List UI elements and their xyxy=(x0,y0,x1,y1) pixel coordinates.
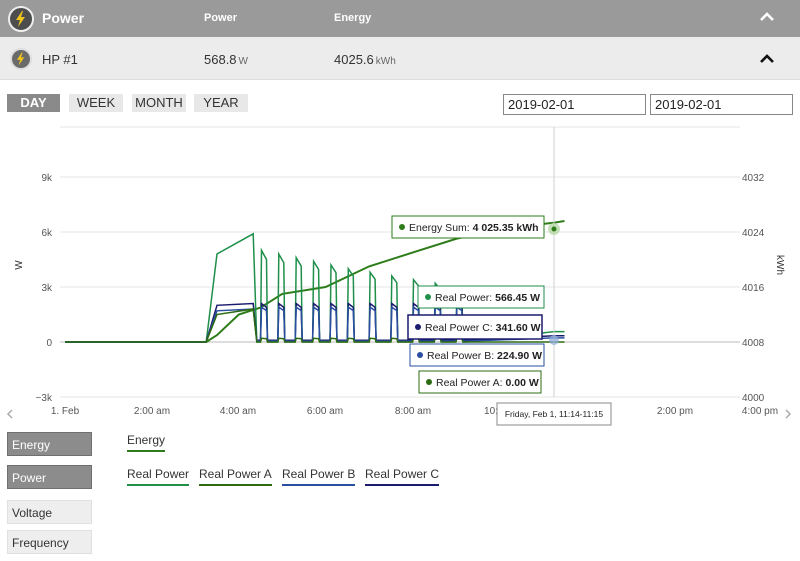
x-axis-ticks: 1. Feb 2:00 am 4:00 am 6:00 am 8:00 am 10: 2:0… xyxy=(51,406,778,417)
x-tick-label: 8:00 am xyxy=(395,406,431,417)
legend-real-power-a[interactable]: Real Power A xyxy=(199,467,272,486)
device-power: 568.8 W xyxy=(204,52,248,67)
right-tick-label: 4032 xyxy=(742,173,765,184)
tooltip-real-power-b: Real Power B: 224.90 W xyxy=(409,343,545,367)
svg-text:Real Power: 566.45 W: Real Power: 566.45 W xyxy=(435,292,540,304)
tooltip-real-power-a: Real Power A: 0.00 W xyxy=(418,370,542,394)
tab-month[interactable]: MONTH xyxy=(132,94,186,112)
tooltip-time: Friday, Feb 1, 11:14-11:15 xyxy=(496,402,612,426)
device-energy: 4025.6 kWh xyxy=(334,52,396,67)
toggle-voltage[interactable]: Voltage xyxy=(7,500,92,524)
panel-title: Power xyxy=(42,10,85,26)
chart-grid xyxy=(60,176,740,398)
left-axis-ticks: 9k 6k 3k 0 −3k xyxy=(36,173,53,404)
tooltip-real-power: Real Power: 566.45 W xyxy=(417,285,545,309)
x-tick-label: 4:00 pm xyxy=(742,406,778,417)
tooltip-real-power-c: Real Power C: 341.60 W xyxy=(407,314,543,340)
tab-week[interactable]: WEEK xyxy=(69,94,123,112)
energy-hover-dot xyxy=(551,226,557,232)
device-row[interactable]: HP #1 568.8 W 4025.6 kWh xyxy=(0,37,800,80)
left-tick-label: 0 xyxy=(46,338,52,349)
chart-svg[interactable]: 9k 6k 3k 0 −3k 4032 4024 4016 4008 4000 1. Feb 2:… xyxy=(0,122,800,427)
right-tick-label: 4000 xyxy=(742,393,765,404)
x-tick-label: 6:00 am xyxy=(307,406,343,417)
x-tick-label: 10: xyxy=(484,406,498,417)
column-header-power: Power xyxy=(204,12,238,24)
lightning-icon xyxy=(8,6,34,32)
left-tick-label: 3k xyxy=(41,283,53,294)
toggle-energy[interactable]: Energy xyxy=(7,432,92,456)
tab-day[interactable]: DAY xyxy=(7,94,60,112)
date-from-input[interactable] xyxy=(503,94,646,115)
scroll-right-icon[interactable] xyxy=(785,409,792,419)
chevron-up-icon[interactable] xyxy=(758,8,776,26)
x-tick-label: 2:00 am xyxy=(134,406,170,417)
svg-text:Real Power C: 341.60 W: Real Power C: 341.60 W xyxy=(425,322,541,334)
device-name: HP #1 xyxy=(42,52,78,67)
x-tick-label: 4:00 am xyxy=(220,406,256,417)
legend-real-power[interactable]: Real Power xyxy=(127,467,190,486)
chevron-up-icon[interactable] xyxy=(758,50,776,68)
x-tick-label: 2:00 pm xyxy=(657,406,693,417)
tab-year[interactable]: YEAR xyxy=(194,94,248,112)
right-tick-label: 4024 xyxy=(742,228,765,239)
column-header-energy: Energy xyxy=(334,12,372,24)
svg-text:Real Power B: 224.90 W: Real Power B: 224.90 W xyxy=(427,350,542,362)
lightning-icon xyxy=(10,48,32,70)
right-tick-label: 4016 xyxy=(742,283,765,294)
svg-text:Energy Sum: 4 025.35 k: Energy Sum: 4 025.35 kWh xyxy=(409,222,539,234)
panel-header[interactable]: Power Power Energy xyxy=(0,0,800,37)
right-axis-label: kWh xyxy=(774,255,785,275)
toggle-frequency[interactable]: Frequency xyxy=(7,530,92,554)
x-tick-label: 1. Feb xyxy=(51,406,80,417)
toggle-power[interactable]: Power xyxy=(7,465,92,489)
tooltip-energy-sum: Energy Sum: 4 025.35 kWh xyxy=(391,215,545,239)
svg-text:Real Power A: 0.00 W: Real Power A: 0.00 W xyxy=(436,377,539,389)
date-to-input[interactable] xyxy=(650,94,793,115)
right-axis-ticks: 4032 4024 4016 4008 4000 xyxy=(742,173,765,404)
left-tick-label: −3k xyxy=(36,393,53,404)
svg-text:Friday, Feb 1, 11:14-11:15: Friday, Feb 1, 11:14-11:15 xyxy=(505,409,604,419)
left-tick-label: 9k xyxy=(41,173,53,184)
legend-real-power-b[interactable]: Real Power B xyxy=(282,467,356,486)
power-energy-chart[interactable]: 9k 6k 3k 0 −3k 4032 4024 4016 4008 4000 1. Feb 2:… xyxy=(0,122,800,427)
left-axis-label: W xyxy=(14,260,25,270)
power-hover-marker xyxy=(549,335,559,345)
scroll-left-icon[interactable] xyxy=(6,409,13,419)
legend-energy[interactable]: Energy xyxy=(127,433,166,452)
legend-real-power-c[interactable]: Real Power C xyxy=(365,467,440,486)
left-tick-label: 6k xyxy=(41,228,53,239)
right-tick-label: 4008 xyxy=(742,338,765,349)
